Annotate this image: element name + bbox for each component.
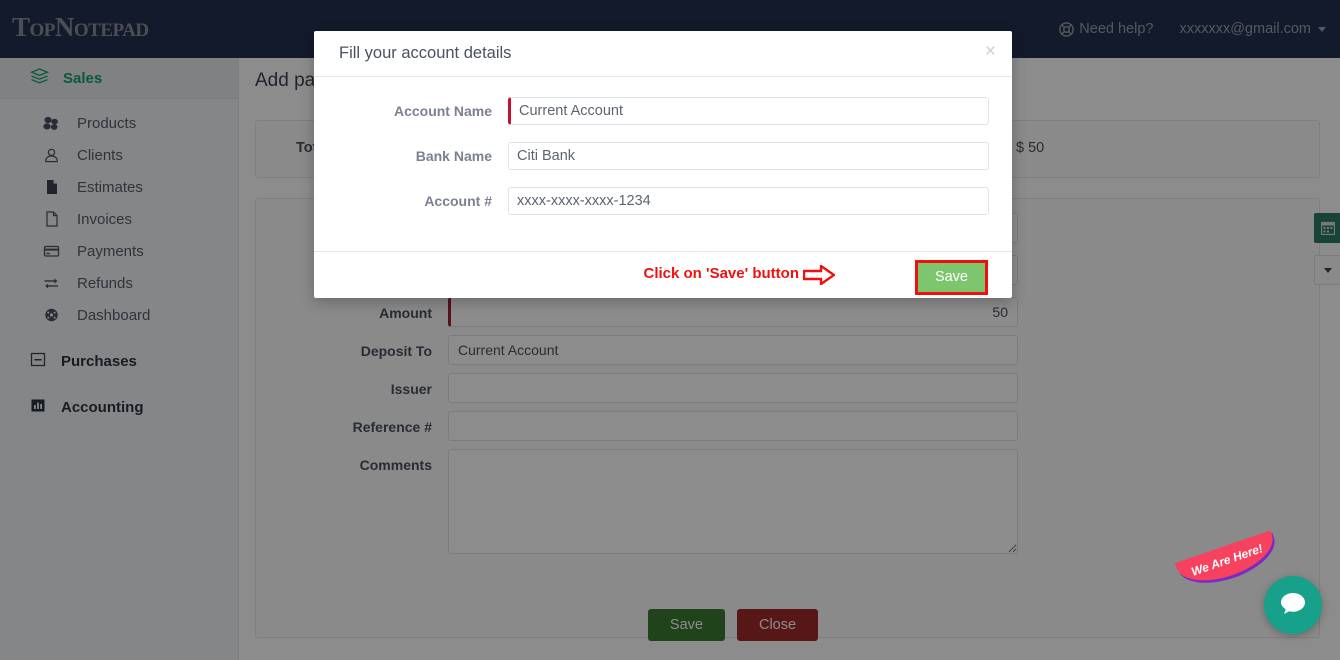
modal-label-account-name: Account Name [393, 103, 492, 119]
modal-body: Account Name Bank Name Account # [314, 77, 1012, 251]
account-number-input[interactable] [508, 187, 989, 215]
modal-label-account-number: Account # [424, 193, 492, 209]
bank-name-input[interactable] [508, 142, 989, 170]
arrow-right-outline-icon [802, 263, 837, 290]
modal-row-bank-name: Bank Name [314, 142, 989, 170]
chat-widget: We Are Here! [1175, 530, 1322, 634]
modal-save-label: Save [917, 263, 985, 292]
account-name-input[interactable] [508, 97, 989, 125]
chat-bubble-icon [1278, 588, 1308, 623]
modal-row-account-number: Account # [314, 187, 989, 215]
close-icon[interactable]: × [985, 42, 996, 61]
modal-footer: Click on 'Save' button Save [314, 251, 1012, 297]
modal-title: Fill your account details [339, 44, 512, 62]
modal-row-account-name: Account Name [314, 97, 989, 125]
chat-launcher-button[interactable] [1264, 576, 1322, 634]
modal-header: Fill your account details × [314, 31, 1012, 77]
account-details-modal: Fill your account details × Account Name… [314, 31, 1012, 298]
modal-save-button[interactable]: Save [914, 260, 988, 295]
app-root: Add payment Total $ 50 Amount 50 Deposit… [0, 0, 1340, 660]
modal-label-bank-name: Bank Name [415, 148, 492, 164]
annotation-text: Click on 'Save' button [643, 265, 800, 282]
